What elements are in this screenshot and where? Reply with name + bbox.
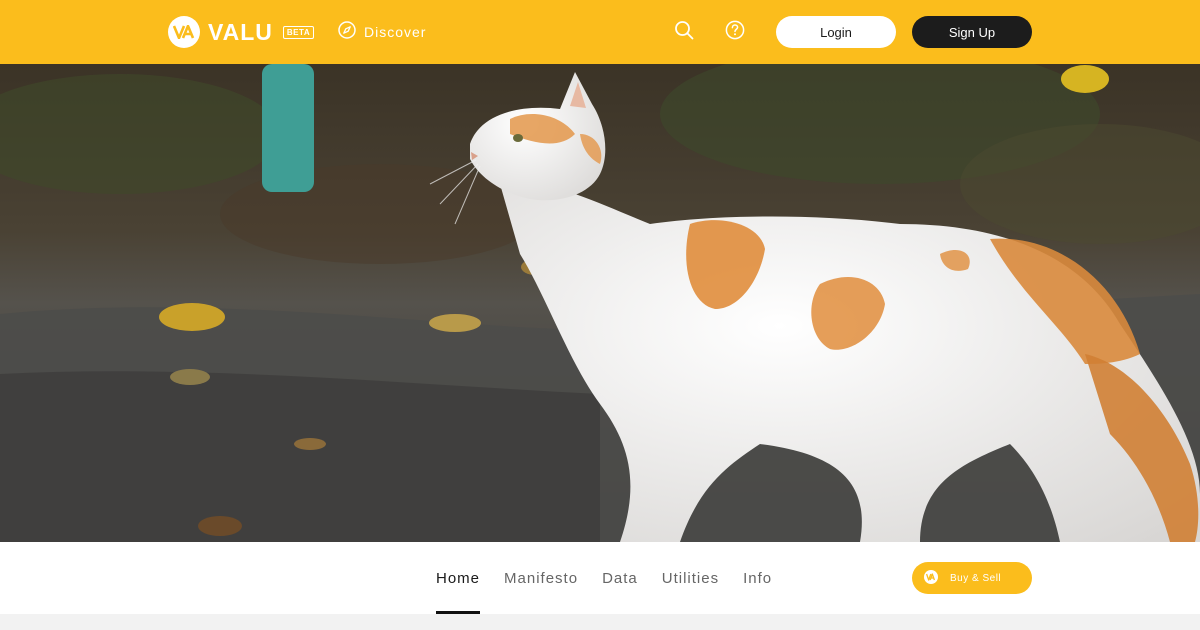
hero-banner-image bbox=[0, 64, 1200, 542]
buy-sell-label: Buy & Sell bbox=[950, 572, 1002, 584]
search-button[interactable] bbox=[672, 20, 696, 44]
tab-data[interactable]: Data bbox=[602, 542, 638, 614]
beta-badge: BETA bbox=[282, 25, 315, 39]
signup-button[interactable]: Sign Up bbox=[912, 16, 1032, 48]
help-icon bbox=[725, 20, 745, 45]
tab-home[interactable]: Home bbox=[436, 542, 481, 614]
search-icon bbox=[674, 20, 694, 45]
cat-photo-illustration bbox=[0, 64, 1200, 542]
tab-info[interactable]: Info bbox=[743, 542, 772, 614]
brand-name: VALU bbox=[208, 18, 273, 45]
discover-label: Discover bbox=[364, 24, 427, 40]
tab-manifesto[interactable]: Manifesto bbox=[504, 542, 578, 614]
compass-icon bbox=[338, 20, 356, 44]
section-tab-bar: Home Manifesto Data Utilities Info Buy &… bbox=[0, 542, 1200, 614]
buy-sell-button[interactable]: Buy & Sell bbox=[912, 562, 1032, 594]
login-button[interactable]: Login bbox=[776, 16, 896, 48]
valu-coin-icon bbox=[924, 569, 938, 587]
valu-logo[interactable]: VALU BETA bbox=[168, 16, 315, 48]
section-tabs: Home Manifesto Data Utilities Info bbox=[436, 542, 772, 614]
page-content-background bbox=[0, 614, 1200, 630]
tab-utilities[interactable]: Utilities bbox=[662, 542, 719, 614]
valu-logo-mark-icon bbox=[168, 16, 200, 48]
help-button[interactable] bbox=[723, 20, 747, 44]
top-header: VALU BETA Discover Login Sign Up bbox=[0, 0, 1200, 64]
discover-link[interactable]: Discover bbox=[338, 20, 427, 44]
